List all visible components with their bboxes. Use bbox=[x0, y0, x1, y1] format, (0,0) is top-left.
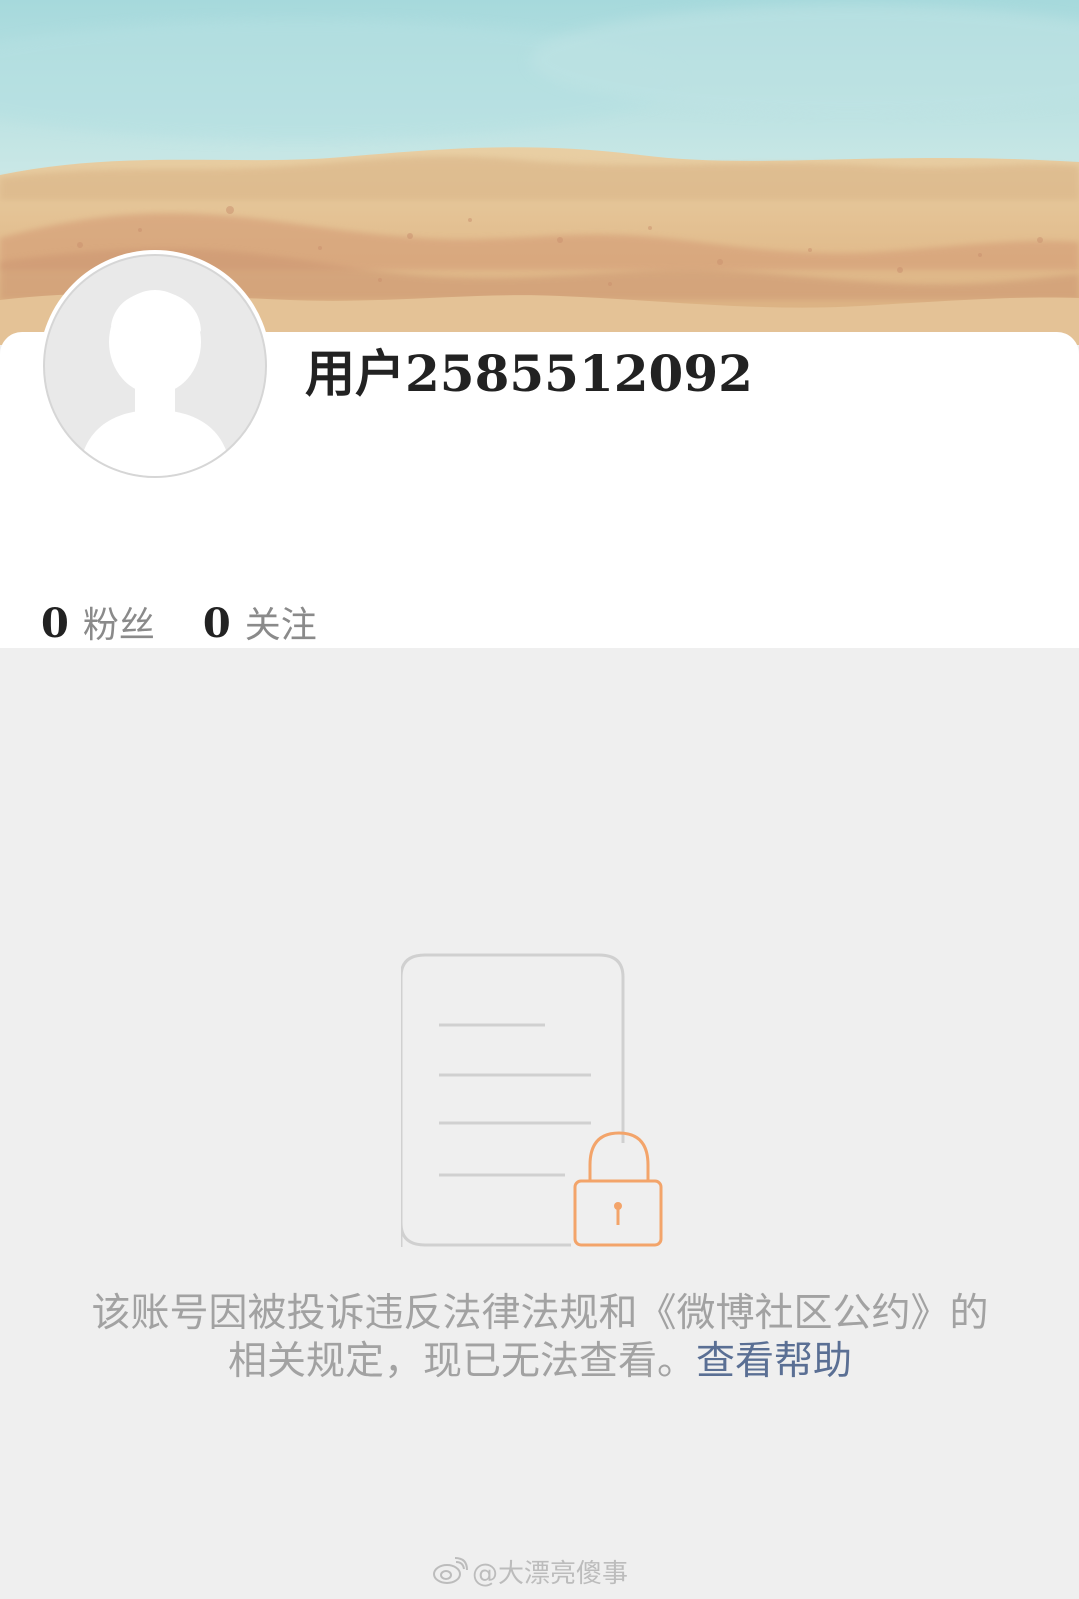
avatar[interactable] bbox=[39, 250, 271, 482]
profile-stats: 0 粉丝 0 关注 bbox=[41, 596, 365, 647]
followers-count: 0 bbox=[41, 600, 69, 647]
watermark-handle: @大漂亮傻事 bbox=[472, 1558, 629, 1589]
document-lock-icon bbox=[399, 953, 683, 1253]
followers-label: 粉丝 bbox=[82, 605, 155, 646]
following-label: 关注 bbox=[244, 605, 317, 646]
padlock-icon bbox=[573, 1131, 663, 1247]
default-avatar-icon bbox=[79, 290, 231, 476]
account-suspended-notice: 该账号因被投诉违反法律法规和《微博社区公约》的相关规定，现已无法查看。查看帮助 bbox=[90, 1290, 990, 1386]
view-help-link[interactable]: 查看帮助 bbox=[696, 1339, 852, 1384]
suspended-message: 该账号因被投诉违反法律法规和《微博社区公约》的相关规定，现已无法查看。 bbox=[91, 1291, 989, 1384]
avatar-frame bbox=[43, 254, 267, 478]
following-count: 0 bbox=[202, 600, 231, 647]
profile-username: 用户2585512092 bbox=[305, 344, 753, 403]
weibo-logo-icon bbox=[433, 1557, 468, 1584]
weibo-watermark: @大漂亮傻事 bbox=[432, 1551, 628, 1591]
followers-stat[interactable]: 0 粉丝 bbox=[41, 596, 155, 648]
following-stat[interactable]: 0 关注 bbox=[203, 596, 317, 648]
